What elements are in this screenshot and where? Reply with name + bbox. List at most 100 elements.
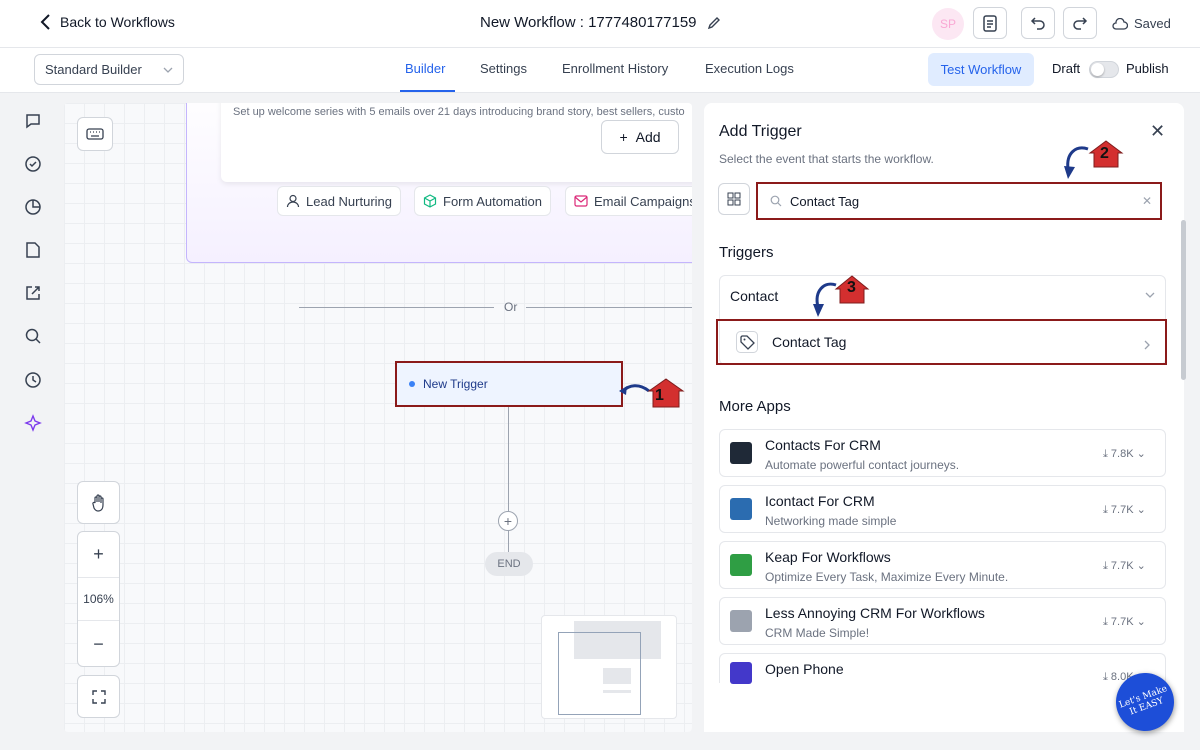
publish-label: Publish [1126,61,1169,76]
chip-label: Form Automation [443,193,542,209]
external-link-icon[interactable] [23,283,43,303]
or-divider-right [526,307,692,308]
app-name: Contacts For CRM [765,437,881,453]
app-count-value: 7.7K [1110,504,1134,516]
connector-line [508,407,509,557]
app-name: Open Phone [765,661,844,677]
undo-button[interactable] [1021,7,1055,39]
annotation-arrow-2 [1064,140,1124,179]
cube-icon [423,194,437,208]
pie-chart-icon[interactable] [23,197,43,217]
zoom-level: 106% [78,577,119,621]
app-count-value: 7.7K [1110,560,1134,572]
fit-view-button[interactable] [77,675,120,718]
triggers-heading: Triggers [719,244,774,261]
search-icon [770,195,782,207]
trigger-search-input[interactable]: Contact Tag [756,182,1162,220]
clear-search-icon[interactable]: ✕ [1142,194,1152,208]
saved-status: Saved [1112,16,1171,31]
history-icon[interactable] [23,370,43,390]
app-logo-icon [730,442,752,464]
minimap-viewport[interactable] [558,632,641,715]
back-to-workflows-link[interactable]: Back to Workflows [40,14,175,30]
chip-email-campaigns[interactable]: Email Campaigns [565,186,692,216]
avatar[interactable]: SP [932,8,964,40]
check-circle-icon[interactable] [23,154,43,174]
test-workflow-button[interactable]: Test Workflow [928,53,1034,86]
prompt-text: Set up welcome series with 5 emails over… [233,106,685,118]
keyboard-shortcuts-button[interactable] [77,117,113,151]
chevron-down-icon [163,67,173,73]
zoom-in-button[interactable]: + [93,532,104,576]
annotation-arrow-3 [813,275,870,317]
chevron-down-icon [1145,292,1155,298]
minimap[interactable] [541,615,677,719]
app-row-less-annoying-crm[interactable]: Less Annoying CRM For Workflows CRM Made… [719,597,1166,645]
app-description: CRM Made Simple! [765,626,870,640]
tab-builder[interactable]: Builder [405,61,445,76]
tab-settings[interactable]: Settings [480,61,527,76]
pan-hand-button[interactable] [77,481,120,524]
workflow-title: New Workflow : 1777480177159 [480,14,721,31]
document-icon[interactable] [23,240,43,260]
sub-header: Standard Builder Builder Settings Enroll… [0,48,1200,93]
prompt-box: Set up welcome series with 5 emails over… [221,103,692,182]
zoom-out-button[interactable]: − [93,622,104,666]
app-name: Icontact For CRM [765,493,875,509]
back-label: Back to Workflows [60,14,175,30]
app-row-keap-for-workflows[interactable]: Keap For Workflows Optimize Every Task, … [719,541,1166,589]
publish-toggle[interactable] [1089,61,1119,78]
category-grid-button[interactable] [718,183,750,215]
app-count-value: 7.7K [1110,616,1134,628]
chip-form-automation[interactable]: Form Automation [414,186,551,216]
app-logo-icon [730,662,752,684]
saved-label: Saved [1134,16,1171,31]
plus-icon: + [619,129,628,145]
trigger-label: New Trigger [423,377,488,391]
app-row-contacts-for-crm[interactable]: Contacts For CRM Automate powerful conta… [719,429,1166,477]
tab-execution-logs[interactable]: Execution Logs [705,61,794,76]
chip-lead-nurturing[interactable]: Lead Nurturing [277,186,401,216]
left-rail [0,93,64,750]
app-row-icontact-for-crm[interactable]: Icontact For CRM Networking made simple … [719,485,1166,533]
edit-pencil-icon[interactable] [707,16,721,30]
panel-scrollbar[interactable] [1181,220,1186,380]
annotation-label-1: 1 [655,387,664,404]
workflow-canvas[interactable]: Set up welcome series with 5 emails over… [64,103,692,732]
close-icon[interactable]: ✕ [1150,121,1165,142]
new-trigger-node[interactable]: New Trigger [395,361,623,407]
add-button[interactable]: + Add [601,120,679,154]
redo-icon [1073,17,1088,30]
chip-label: Email Campaigns [594,193,692,209]
draft-label: Draft [1052,61,1081,76]
add-trigger-panel: Add Trigger Select the event that starts… [704,103,1184,732]
cloud-icon [1112,17,1128,30]
app-name: Keap For Workflows [765,549,891,565]
redo-button[interactable] [1063,7,1097,39]
panel-description: Select the event that starts the workflo… [719,152,934,166]
tab-enrollment-history[interactable]: Enrollment History [562,61,668,76]
contact-category-label: Contact [730,288,779,304]
active-tab-indicator [400,90,455,92]
contact-tag-trigger[interactable]: Contact Tag [716,319,1167,365]
app-logo-icon [730,554,752,576]
app-row-open-phone[interactable]: Open Phone ⤓ 8.0K [719,653,1166,684]
or-label: Or [504,300,518,314]
builder-select-value: Standard Builder [45,62,142,77]
app-description: Networking made simple [765,514,897,528]
mail-icon [574,195,588,207]
app-logo-icon [730,498,752,520]
add-step-button[interactable]: + [498,511,518,531]
trigger-dot [409,381,415,387]
chat-icon[interactable] [23,111,43,131]
notes-button[interactable] [973,7,1007,39]
undo-icon [1030,17,1045,30]
search-icon[interactable] [23,326,43,346]
builder-select[interactable]: Standard Builder [34,54,184,85]
annotation-label-2: 2 [1100,145,1109,162]
sparkle-icon[interactable] [23,413,43,433]
chevron-right-icon [1144,340,1150,350]
app-install-count: ⤓ 7.7K ⌄ [1103,504,1146,516]
app-install-count: ⤓ 7.7K ⌄ [1103,616,1146,628]
user-icon [286,194,300,208]
